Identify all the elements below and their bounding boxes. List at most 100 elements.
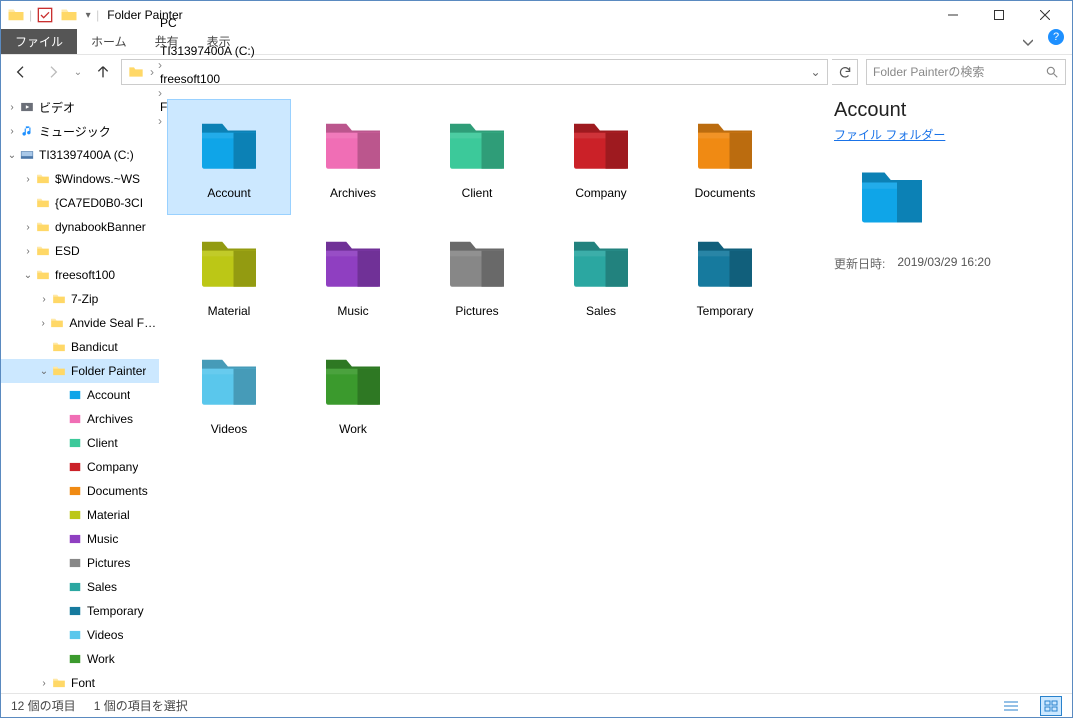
folder-icon [317,108,389,180]
tree-node-label: ミュージック [39,123,111,140]
tab-home[interactable]: ホーム [77,29,141,54]
folder-item[interactable]: Sales [539,217,663,333]
ribbon-expand-icon[interactable] [1008,29,1048,54]
tree-node-icon [67,459,83,475]
qat-dropdown-icon[interactable]: ▾ [82,4,94,26]
tree-node[interactable]: ›7-Zip [1,287,159,311]
tree-node[interactable]: Music [1,527,159,551]
tree-expander-icon[interactable]: › [37,294,51,305]
tree-expander-icon[interactable]: ⌄ [37,366,51,377]
tree-node[interactable]: {CA7ED0B0-3CI [1,191,159,215]
tree-node[interactable]: ⌄Folder Painter [1,359,159,383]
tree-node-label: dynabookBanner [55,220,146,234]
tree-node-icon [67,387,83,403]
tree-node[interactable]: Account [1,383,159,407]
chevron-right-icon[interactable]: › [148,65,156,79]
folder-item[interactable]: Work [291,335,415,451]
help-icon[interactable]: ? [1048,29,1064,45]
chevron-right-icon[interactable]: › [156,30,164,44]
tree-node[interactable]: Temporary [1,599,159,623]
tree-node[interactable]: Bandicut [1,335,159,359]
folder-item[interactable]: Music [291,217,415,333]
close-button[interactable] [1022,1,1068,29]
tree-expander-icon[interactable]: › [21,174,35,185]
folder-label: Work [339,422,367,436]
folder-label: Account [207,186,250,200]
tree-node[interactable]: Company [1,455,159,479]
nav-back-button[interactable] [7,59,35,85]
folder-item[interactable]: Client [415,99,539,215]
tab-file[interactable]: ファイル [1,29,77,54]
nav-tree[interactable]: ›ビデオ›ミュージック⌄TI31397400A (C:)›$Windows.~W… [1,89,159,693]
folder-label: Sales [586,304,616,318]
breadcrumb-segment[interactable]: PC [156,16,259,30]
tree-node[interactable]: Client [1,431,159,455]
tree-node[interactable]: ›$Windows.~WS [1,167,159,191]
tree-node-label: Account [87,388,130,402]
preview-kind[interactable]: ファイル フォルダー [834,126,1058,143]
folder-item[interactable]: Temporary [663,217,787,333]
maximize-button[interactable] [976,1,1022,29]
tree-node[interactable]: › ミュージック [1,119,159,143]
tree-node[interactable]: ⌄freesoft100 [1,263,159,287]
tree-node-label: Pictures [87,556,130,570]
tree-node[interactable]: Sales [1,575,159,599]
folder-item[interactable]: Pictures [415,217,539,333]
qat-check-icon[interactable] [34,4,56,26]
search-input[interactable] [873,65,1045,79]
folder-label: Material [208,304,251,318]
tree-expander-icon[interactable]: › [37,318,49,329]
tree-node[interactable]: Documents [1,479,159,503]
minimize-button[interactable] [930,1,976,29]
status-bar: 12 個の項目 1 個の項目を選択 [1,693,1072,717]
view-icons-button[interactable] [1040,696,1062,716]
nav-recent-dropdown[interactable]: ⌄ [71,59,85,85]
tree-node[interactable]: Material [1,503,159,527]
folder-label: Documents [695,186,756,200]
folder-icon [565,226,637,298]
folder-item[interactable]: Documents [663,99,787,215]
tree-node[interactable]: ⌄TI31397400A (C:) [1,143,159,167]
folder-item[interactable]: Videos [167,335,291,451]
tree-expander-icon[interactable]: ⌄ [21,270,35,281]
folder-icon [193,108,265,180]
folder-item[interactable]: Material [167,217,291,333]
tree-node[interactable]: Videos [1,623,159,647]
view-details-button[interactable] [1000,696,1022,716]
tree-node[interactable]: › dynabookBanner [1,215,159,239]
breadcrumb-segment[interactable]: TI31397400A (C:) [156,44,259,58]
tree-node-icon [51,675,67,691]
tree-node[interactable]: ›ESD [1,239,159,263]
search-box[interactable] [866,59,1066,85]
tree-node[interactable]: Archives [1,407,159,431]
tree-expander-icon[interactable]: › [21,246,35,257]
chevron-right-icon[interactable]: › [156,58,164,72]
folder-icon [565,108,637,180]
tree-node[interactable]: Work [1,647,159,671]
tree-expander-icon[interactable]: › [37,678,51,689]
folder-item[interactable]: Account [167,99,291,215]
address-bar[interactable]: › PC›TI31397400A (C:)›freesoft100›Folder… [121,59,828,85]
tree-node-label: Sales [87,580,117,594]
tree-node[interactable]: ›Font [1,671,159,693]
folder-label: Temporary [697,304,754,318]
items-grid[interactable]: Account Archives Client Company Document… [159,89,820,693]
nav-up-button[interactable] [89,59,117,85]
address-dropdown-icon[interactable]: ⌄ [805,60,825,84]
tree-expander-icon[interactable]: › [21,222,35,233]
qat-folder2-icon[interactable] [58,4,80,26]
folder-item[interactable]: Company [539,99,663,215]
tree-node-label: Work [87,652,115,666]
tree-node[interactable]: ›Anvide Seal Folder [1,311,159,335]
tree-node[interactable]: Pictures [1,551,159,575]
tree-node[interactable]: ›ビデオ [1,95,159,119]
breadcrumb-segment[interactable]: freesoft100 [156,72,259,86]
nav-forward-button[interactable] [39,59,67,85]
tree-expander-icon[interactable]: ⌄ [5,150,19,161]
tree-node-label: Documents [87,484,148,498]
tree-expander-icon[interactable]: › [5,126,19,137]
refresh-button[interactable] [832,59,858,85]
folder-item[interactable]: Archives [291,99,415,215]
qat-folder-icon[interactable] [5,4,27,26]
tree-expander-icon[interactable]: › [5,102,19,113]
